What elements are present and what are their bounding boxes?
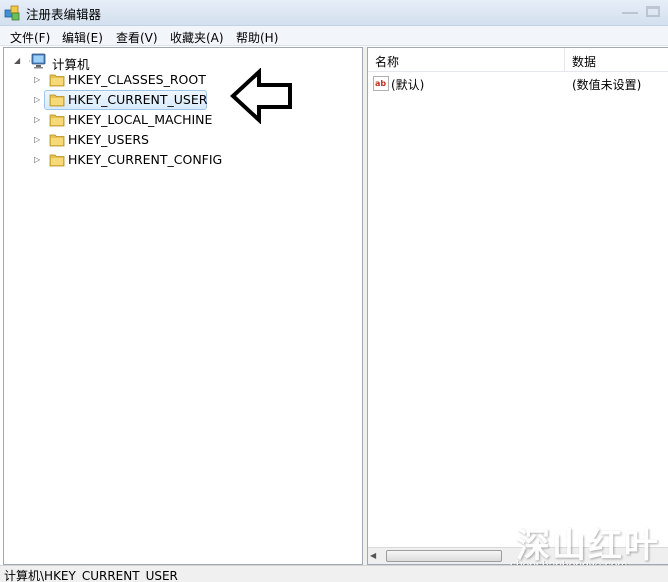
column-header-data[interactable]: 数据 (572, 53, 596, 70)
column-header-row: 名称 数据 (368, 48, 668, 72)
tree-item-label: HKEY_CURRENT_CONFIG (68, 152, 223, 167)
menu-help[interactable]: 帮助(H) (236, 29, 278, 46)
string-value-icon: ab (373, 76, 389, 91)
svg-text:ab: ab (375, 79, 386, 88)
scrollbar-thumb[interactable] (386, 550, 502, 562)
tree-item-label: HKEY_CLASSES_ROOT (68, 72, 206, 87)
expand-arrow-icon[interactable]: ▷ (34, 135, 40, 144)
scroll-left-arrow-icon[interactable]: ◀ (370, 551, 376, 560)
menu-favorites[interactable]: 收藏夹(A) (170, 29, 224, 46)
computer-icon (29, 53, 46, 69)
folder-icon (49, 134, 65, 147)
minimize-button[interactable] (622, 6, 638, 14)
menu-view[interactable]: 查看(V) (116, 29, 158, 46)
value-data: (数值未设置) (572, 78, 642, 92)
regedit-icon (4, 5, 20, 21)
folder-icon (49, 74, 65, 87)
tree-item-hkey-users[interactable]: ▷ HKEY_USERS (4, 130, 344, 149)
menu-file[interactable]: 文件(F) (10, 29, 50, 46)
menu-edit[interactable]: 编辑(E) (62, 29, 103, 46)
value-name: (默认) (391, 78, 425, 92)
expand-arrow-icon[interactable]: ▷ (34, 155, 40, 164)
registry-tree-pane[interactable]: ◢ 计算机 ▷ HKEY_CLASSES_ROOT ▷ HKEY_CURRENT… (3, 47, 363, 565)
tree-item-label: HKEY_LOCAL_MACHINE (68, 112, 213, 127)
expand-arrow-icon[interactable]: ▷ (34, 75, 40, 84)
maximize-button[interactable] (646, 6, 660, 17)
status-path: 计算机\HKEY_CURRENT_USER (4, 569, 178, 582)
column-header-name[interactable]: 名称 (375, 53, 399, 70)
expand-arrow-icon[interactable]: ▷ (34, 95, 40, 104)
expand-arrow-icon[interactable]: ▷ (34, 115, 40, 124)
left-arrow-icon (230, 68, 292, 124)
values-list-pane[interactable]: 名称 数据 ab (默认) (数值未设置) ◀ (367, 47, 668, 565)
value-row[interactable]: ab (默认) (数值未设置) (368, 74, 668, 94)
folder-icon (49, 114, 65, 127)
tree-item-label: HKEY_USERS (68, 132, 149, 147)
tree-item-label: HKEY_CURRENT_USER (68, 92, 208, 107)
title-bar: 注册表编辑器 (0, 0, 668, 26)
window-title: 注册表编辑器 (26, 7, 102, 22)
menu-bar: 文件(F) 编辑(E) 查看(V) 收藏夹(A) 帮助(H) (0, 26, 668, 46)
horizontal-scrollbar[interactable]: ◀ (368, 547, 668, 564)
folder-icon (49, 94, 65, 107)
tree-item-hkey-current-config[interactable]: ▷ HKEY_CURRENT_CONFIG (4, 150, 344, 169)
collapse-arrow-icon[interactable]: ◢ (14, 56, 20, 65)
column-divider[interactable] (564, 48, 565, 72)
status-bar: 计算机\HKEY_CURRENT_USER (0, 565, 668, 582)
folder-icon (49, 154, 65, 167)
